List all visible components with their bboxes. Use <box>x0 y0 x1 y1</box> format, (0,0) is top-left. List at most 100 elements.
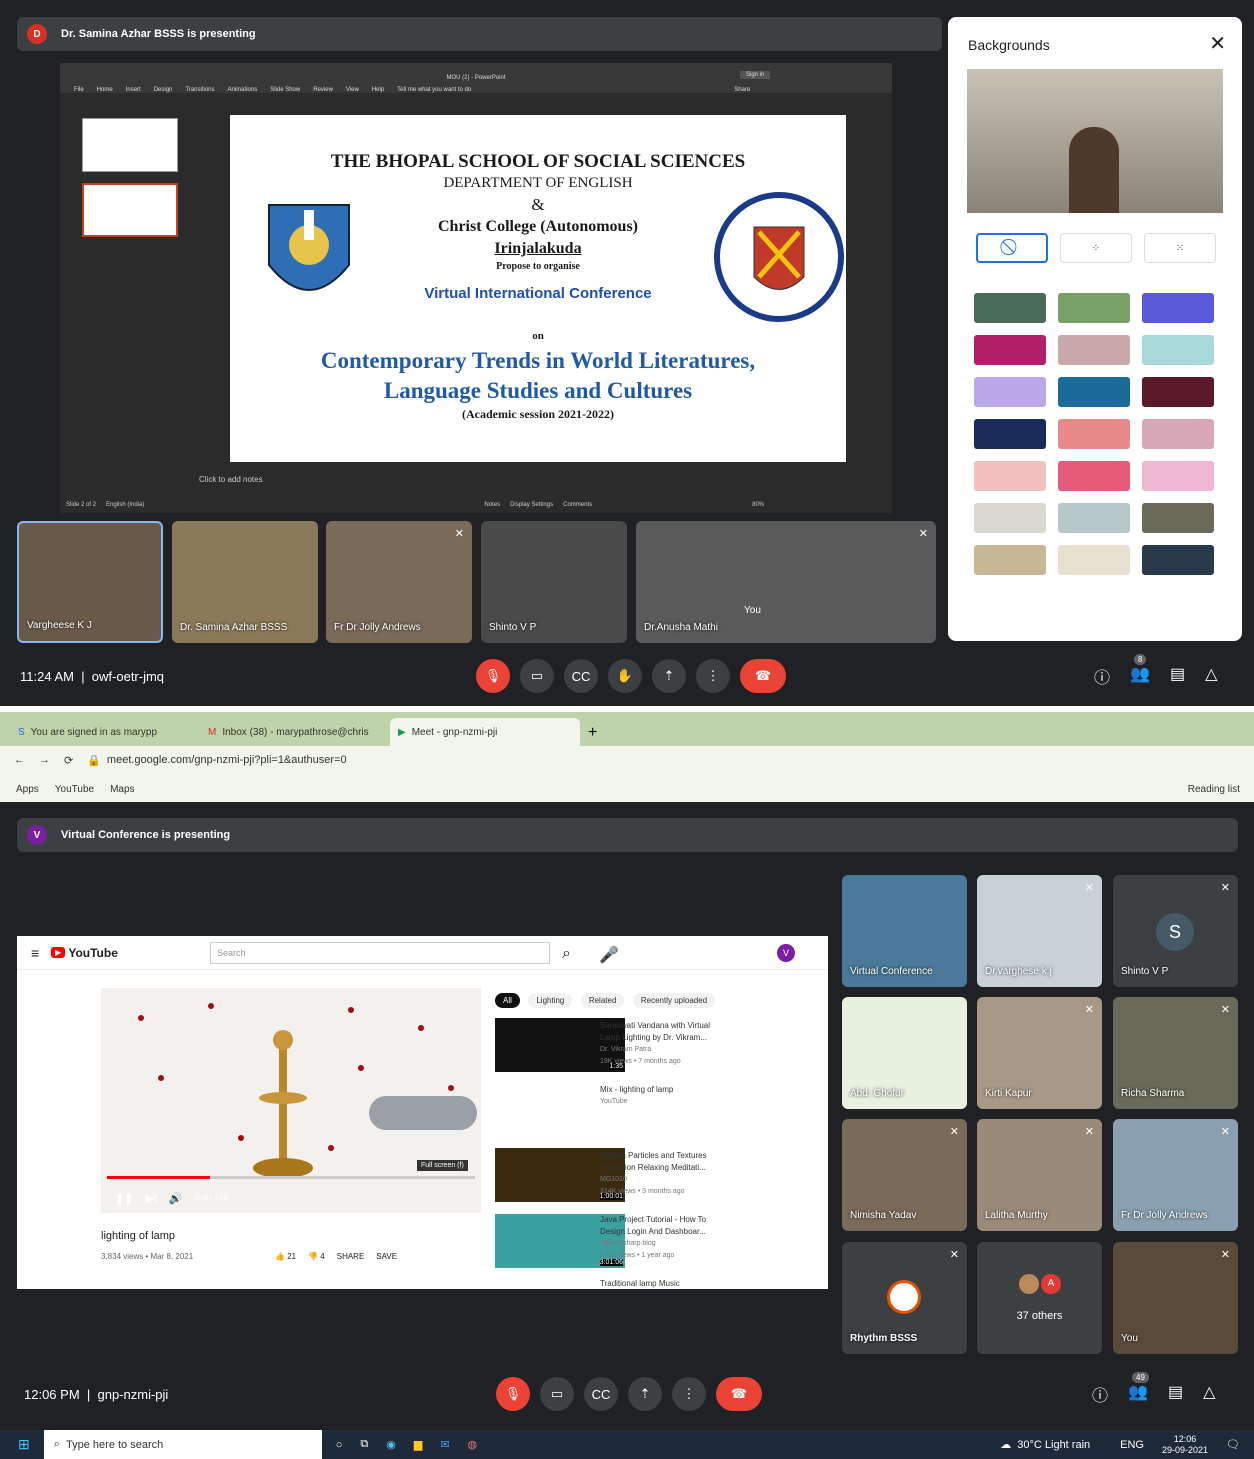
video-player[interactable]: Full screen (f) ❚❚ ▶| 🔊 0:49 / 3:09 <box>101 988 481 1213</box>
new-tab-button[interactable]: + <box>588 724 597 746</box>
back-icon[interactable]: ← <box>14 754 25 766</box>
bookmark-maps[interactable]: Maps <box>110 784 134 795</box>
background-option[interactable] <box>974 335 1046 365</box>
chat-icon[interactable]: ▤ <box>1168 1382 1183 1406</box>
url-bar[interactable]: meet.google.com/gnp-nzmi-pji?pli=1&authu… <box>107 754 347 766</box>
browser-tab[interactable]: M Inbox (38) - marypathrose@chris <box>200 718 390 746</box>
participant-tile[interactable]: ✕ Dr.varghese k.j <box>977 875 1102 987</box>
ppt-menu-insert[interactable]: Insert <box>126 87 141 93</box>
weather-text[interactable]: 30°C Light rain <box>1017 1439 1090 1451</box>
edge-icon[interactable]: ◉ <box>386 1438 396 1451</box>
background-option[interactable] <box>974 419 1046 449</box>
related-video[interactable]: Golden Particles and Textures Animation … <box>600 1150 730 1198</box>
participant-tile[interactable]: Virtual Conference <box>842 875 967 987</box>
video-progress[interactable] <box>107 1176 211 1179</box>
leave-call-button[interactable]: ☎ <box>716 1377 762 1411</box>
comments-button[interactable]: Comments <box>563 502 592 508</box>
mail-icon[interactable]: ✉ <box>440 1438 449 1451</box>
participant-tile[interactable]: ✕ Kirti Kapur <box>977 997 1102 1109</box>
reload-icon[interactable]: ⟳ <box>64 754 73 767</box>
captions-button[interactable]: CC <box>584 1377 618 1411</box>
bookmark-apps[interactable]: Apps <box>16 784 39 795</box>
background-option[interactable] <box>1142 503 1214 533</box>
mic-toggle-button[interactable]: 🎙 <box>476 659 510 693</box>
ppt-signin-button[interactable]: Sign in <box>740 71 771 79</box>
participant-tile[interactable]: ✕ S Shinto V P <box>1113 875 1238 987</box>
background-option[interactable] <box>974 377 1046 407</box>
file-explorer-icon[interactable]: ▆ <box>414 1438 422 1451</box>
participant-tile[interactable]: Shinto V P <box>481 521 627 643</box>
taskbar-clock[interactable]: 12:06 29-09-2021 <box>1162 1434 1208 1456</box>
menu-icon[interactable]: ≡ <box>31 945 39 961</box>
background-option[interactable] <box>1058 419 1130 449</box>
participant-tile[interactable]: ✕ Nimisha Yadav <box>842 1119 967 1231</box>
background-option[interactable] <box>1058 461 1130 491</box>
participant-tile[interactable]: ✕ Fr Dr Jolly Andrews <box>326 521 472 643</box>
related-video[interactable]: Java Project Tutorial - How To Design Lo… <box>600 1214 730 1262</box>
ppt-menu-slideshow[interactable]: Slide Show <box>270 87 300 93</box>
bookmark-youtube[interactable]: YouTube <box>55 784 94 795</box>
language-indicator[interactable]: ENG <box>1120 1439 1144 1451</box>
close-icon[interactable]: ✕ <box>1209 31 1226 56</box>
cortana-icon[interactable]: ○ <box>336 1439 343 1451</box>
participant-tile[interactable]: Dr. Samina Azhar BSSS <box>172 521 318 643</box>
participant-tile[interactable]: ✕ Lalitha Murthy <box>977 1119 1102 1231</box>
zoom-level[interactable]: 80% <box>752 502 764 508</box>
more-options-button[interactable]: ⋮ <box>672 1377 706 1411</box>
background-option[interactable] <box>1142 293 1214 323</box>
background-option[interactable] <box>1142 545 1214 575</box>
background-option[interactable] <box>1058 377 1130 407</box>
activities-icon[interactable]: △ <box>1205 664 1217 688</box>
volume-icon[interactable]: 🔊 <box>169 1192 183 1205</box>
background-option[interactable] <box>1058 503 1130 533</box>
participant-tile[interactable]: Vargheese K J <box>17 521 163 643</box>
info-icon[interactable]: ⓘ <box>1094 664 1110 688</box>
ppt-menu-design[interactable]: Design <box>154 87 173 93</box>
pause-icon[interactable]: ❚❚ <box>115 1192 133 1205</box>
chip-all[interactable]: All <box>495 993 520 1008</box>
ppt-menu-animations[interactable]: Animations <box>228 87 258 93</box>
task-view-icon[interactable]: ⧉ <box>360 1438 368 1451</box>
reading-list[interactable]: Reading list <box>1188 784 1240 795</box>
info-icon[interactable]: ⓘ <box>1092 1382 1108 1406</box>
background-option[interactable] <box>1142 461 1214 491</box>
people-icon[interactable]: 👥 49 <box>1128 1372 1149 1406</box>
slide-thumbnail-2[interactable] <box>82 183 178 237</box>
present-button[interactable]: ⇡ <box>652 659 686 693</box>
participant-tile[interactable]: ✕ Richa Sharma <box>1113 997 1238 1109</box>
camera-toggle-button[interactable]: ▭ <box>540 1377 574 1411</box>
display-settings-button[interactable]: Display Settings <box>510 502 553 508</box>
like-button[interactable]: 👍 21 <box>275 1252 296 1261</box>
slight-blur-option[interactable]: ⁘ <box>1060 233 1132 263</box>
background-option[interactable] <box>1142 419 1214 449</box>
more-options-button[interactable]: ⋮ <box>696 659 730 693</box>
browser-tab-active[interactable]: ▶ Meet - gnp-nzmi-pji <box>390 718 580 746</box>
camera-toggle-button[interactable]: ▭ <box>520 659 554 693</box>
ppt-share-button[interactable]: Share <box>734 87 750 93</box>
ppt-menu-view[interactable]: View <box>346 87 359 93</box>
chat-icon[interactable]: ▤ <box>1170 664 1185 688</box>
share-button[interactable]: SHARE <box>337 1252 365 1261</box>
browser-tab[interactable]: S You are signed in as marypp <box>10 718 200 746</box>
notifications-icon[interactable]: 🗨 <box>1226 1438 1240 1451</box>
notes-button[interactable]: Notes <box>484 502 500 508</box>
next-icon[interactable]: ▶| <box>145 1192 156 1205</box>
background-option[interactable] <box>974 545 1046 575</box>
background-option[interactable] <box>974 461 1046 491</box>
captions-button[interactable]: CC <box>564 659 598 693</box>
forward-icon[interactable]: → <box>39 754 50 766</box>
notes-placeholder[interactable]: Click to add notes <box>199 475 263 484</box>
related-video[interactable]: Traditional lamp Music <box>600 1278 730 1289</box>
chrome-icon[interactable]: ◍ <box>468 1438 478 1451</box>
windows-start-icon[interactable]: ⊞ <box>18 1436 30 1453</box>
present-button[interactable]: ⇡ <box>628 1377 662 1411</box>
background-option[interactable] <box>1142 335 1214 365</box>
activities-icon[interactable]: △ <box>1203 1382 1215 1406</box>
participant-tile[interactable]: ✕ Dr.Anusha Mathi You <box>636 521 936 643</box>
others-tile[interactable]: A 37 others <box>977 1242 1102 1354</box>
no-background-option[interactable]: ⃠ <box>976 233 1048 263</box>
raise-hand-button[interactable]: ✋ <box>608 659 642 693</box>
search-input[interactable]: Search <box>210 942 550 964</box>
ppt-menu-home[interactable]: Home <box>97 87 113 93</box>
mic-toggle-button[interactable]: 🎙 <box>496 1377 530 1411</box>
